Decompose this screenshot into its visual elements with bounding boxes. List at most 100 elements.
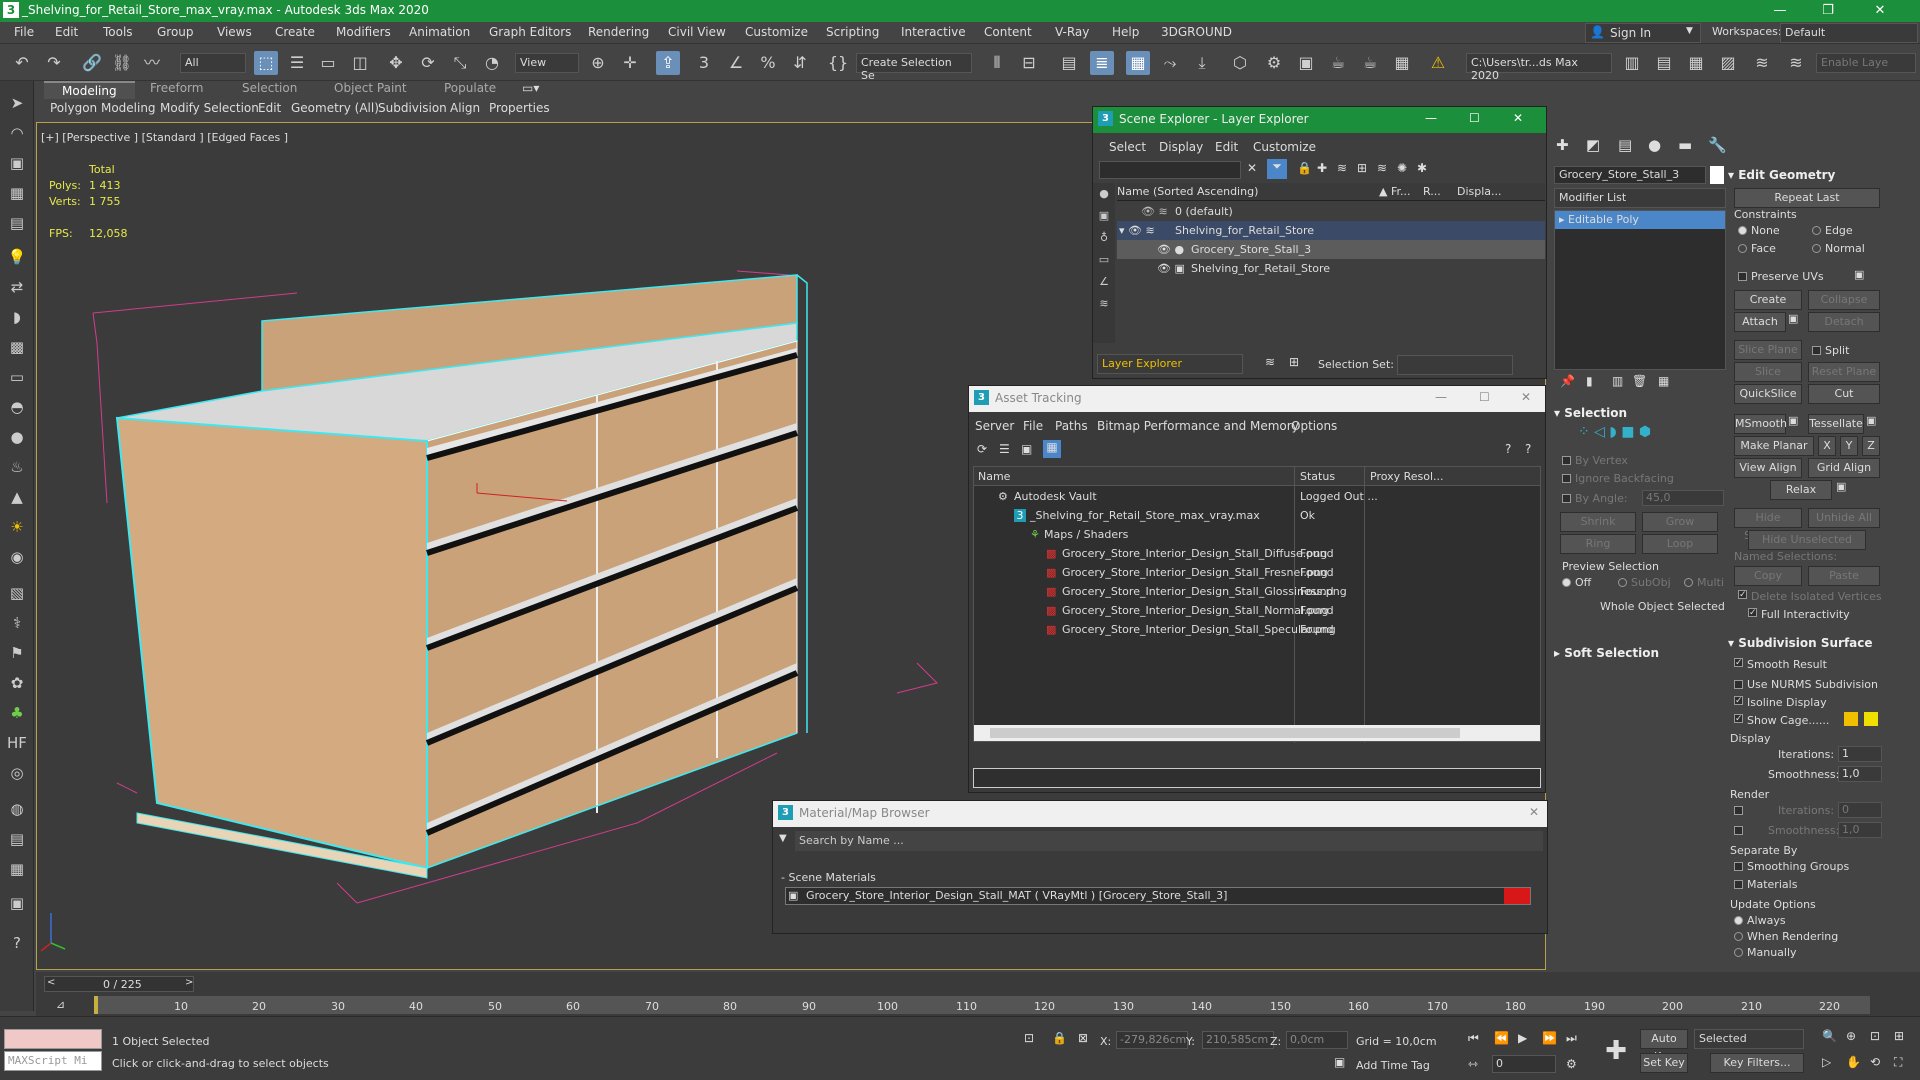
msmooth-settings-icon[interactable]: ▣	[1788, 414, 1798, 427]
material-editor-icon[interactable]: ⬡	[1228, 51, 1252, 75]
sphere-icon[interactable]: ●	[5, 425, 29, 449]
zoom-icon[interactable]: 🔍	[1822, 1029, 1837, 1043]
render-iterations-checkbox[interactable]	[1734, 804, 1747, 817]
collapse-button[interactable]: Collapse	[1808, 290, 1880, 310]
menu-edit[interactable]: Edit	[55, 25, 78, 39]
shrink-button[interactable]: Shrink	[1560, 512, 1636, 532]
modifier-list-dropdown[interactable]: Modifier List	[1554, 188, 1726, 208]
percent-snap-icon[interactable]: %	[756, 51, 780, 75]
add-time-tag[interactable]: Add Time Tag	[1356, 1059, 1430, 1072]
sphere-proxy-icon[interactable]: ◎	[5, 761, 29, 785]
stack-icon[interactable]: ≋	[1377, 161, 1387, 175]
menu-file[interactable]: File	[14, 25, 34, 39]
asset-path-field[interactable]	[973, 768, 1541, 788]
menu-rendering[interactable]: Rendering	[588, 25, 649, 39]
add-layer-icon[interactable]: ✚	[1317, 161, 1327, 175]
scene-states-icon[interactable]: ▤	[5, 827, 29, 851]
close-button[interactable]: ✕	[1860, 0, 1900, 22]
table-row[interactable]: ▩ Grocery_Store_Interior_Design_Stall_Gl…	[974, 582, 1540, 601]
tree-row[interactable]: 👁 ● Grocery_Store_Stall_3	[1117, 240, 1545, 259]
ribbon-tab-selection[interactable]: Selection	[242, 81, 297, 95]
project-folder-dropdown[interactable]: C:\Users\tr...ds Max 2020	[1466, 53, 1612, 82]
menu-tools[interactable]: Tools	[103, 25, 133, 39]
zoom-all-icon[interactable]: ⊕	[1846, 1029, 1856, 1043]
spinner-snap-icon[interactable]: ⇵	[788, 51, 812, 75]
by-vertex-checkbox[interactable]: By Vertex	[1562, 454, 1628, 467]
stack-icon[interactable]: ≋	[1750, 51, 1774, 75]
tessellate-settings-icon[interactable]: ▣	[1866, 414, 1876, 427]
y-coordinate-field[interactable]: 210,585cm	[1202, 1031, 1274, 1049]
preserve-uvs-checkbox[interactable]: Preserve UVs	[1738, 270, 1824, 283]
selection-lock-icon[interactable]: 🔒	[1052, 1031, 1067, 1045]
display-icons[interactable]: ● ▣ ♁ ▭ ∠ ≋	[1093, 183, 1115, 315]
reference-coordinate-dropdown[interactable]: View	[515, 53, 579, 73]
smooth-result-checkbox[interactable]: Smooth Result	[1734, 658, 1827, 671]
paste-button[interactable]: Paste	[1808, 566, 1880, 586]
lasso-icon[interactable]: ◠	[5, 121, 29, 145]
object-icon[interactable]: 👁 ▣	[1157, 259, 1185, 278]
hide-unselected-button[interactable]: Hide Unselected	[1748, 530, 1866, 550]
toggle-layer-explorer-icon[interactable]: ≣	[1090, 51, 1114, 75]
scale-icon[interactable]: ⤡	[448, 51, 472, 75]
at-menu-bitmap-performance[interactable]: Bitmap Performance and Memory	[1097, 419, 1299, 433]
at-menu-paths[interactable]: Paths	[1055, 419, 1088, 433]
hierarchy-icon[interactable]: ⊞	[1357, 161, 1367, 175]
image-icon[interactable]: ▣	[5, 151, 29, 175]
window-crossing-icon[interactable]: ◫	[348, 51, 372, 75]
absolute-mode-icon[interactable]: ⊠	[1078, 1031, 1088, 1045]
relax-settings-icon[interactable]: ▣	[1836, 480, 1846, 493]
angle-snap-icon[interactable]: ∠	[724, 51, 748, 75]
update-always-radio[interactable]: Always	[1734, 914, 1786, 927]
layers-toggle-icon[interactable]: ≋	[1265, 355, 1275, 369]
attach-button[interactable]: Attach	[1734, 312, 1786, 332]
iterations-spinner[interactable]: 1	[1838, 746, 1882, 762]
redo-icon[interactable]: ↷	[42, 51, 66, 75]
snaps-toggle-icon[interactable]: 3	[692, 51, 716, 75]
curve-editor-icon[interactable]: ⤳	[1158, 51, 1182, 75]
placement-icon[interactable]: ◔	[480, 51, 504, 75]
filter-icon[interactable]: ⏷	[1267, 159, 1287, 179]
pan-icon[interactable]: ✋	[1846, 1055, 1861, 1069]
schematic-view-icon[interactable]: ⤓	[1190, 51, 1214, 75]
show-cage-checkbox[interactable]: Show Cage......	[1734, 714, 1829, 727]
light-bulb-icon[interactable]: 💡	[5, 245, 29, 269]
menu-modifiers[interactable]: Modifiers	[336, 25, 391, 39]
constraint-edge-radio[interactable]: Edge	[1812, 224, 1853, 237]
msmooth-button[interactable]: MSmooth	[1734, 414, 1787, 434]
maxscript-mini-listener[interactable]: MAXScript Mi	[4, 1051, 102, 1071]
sound-icon[interactable]: ◗	[5, 305, 29, 329]
menu-create[interactable]: Create	[275, 25, 315, 39]
render-iterations-spinner[interactable]: 0	[1838, 802, 1882, 818]
hierarchy-toggle-icon[interactable]: ⊞	[1289, 355, 1299, 369]
box-icon[interactable]: ▭	[5, 365, 29, 389]
subobject-icons[interactable]: ⁘ ◁ ◗ ■ ⬢	[1578, 424, 1651, 440]
se-search-input[interactable]	[1099, 161, 1241, 179]
cone-icon[interactable]: ▲	[5, 485, 29, 509]
render-setup-icon[interactable]: ⚙	[1262, 51, 1286, 75]
hide-selected-button[interactable]: Hide Selected	[1734, 508, 1802, 542]
foliage-icon[interactable]: ♣	[5, 701, 29, 725]
utilities-tab-icon[interactable]: 🔧	[1708, 136, 1727, 154]
material-search-input[interactable]: Search by Name ...	[795, 831, 1543, 851]
close-button[interactable]: ✕	[1513, 111, 1523, 125]
ribbon-tab-modeling[interactable]: Modeling	[44, 81, 135, 99]
update-manually-radio[interactable]: Manually	[1734, 946, 1797, 959]
menu-views[interactable]: Views	[217, 25, 252, 39]
se-menu-edit[interactable]: Edit	[1215, 140, 1238, 154]
prev-frame-icon[interactable]: <	[47, 977, 55, 988]
col-render[interactable]: R...	[1423, 183, 1441, 201]
scene-explorer-titlebar[interactable]: 3 Scene Explorer - Layer Explorer — ☐ ✕	[1093, 107, 1546, 133]
stack-alt-icon[interactable]: ≋	[1784, 51, 1808, 75]
settings-icon[interactable]: ✱	[1417, 161, 1427, 175]
sun-icon[interactable]: ☀	[5, 515, 29, 539]
unhide-all-button[interactable]: Unhide All	[1808, 508, 1880, 528]
current-frame-spinner[interactable]: 0	[1492, 1055, 1556, 1073]
render-sphere-icon[interactable]: ◍	[5, 797, 29, 821]
ribbon-align[interactable]: Align	[450, 101, 480, 115]
slice-button[interactable]: Slice	[1734, 362, 1802, 382]
warning-icon[interactable]: ⚠	[1426, 51, 1450, 75]
by-angle-checkbox[interactable]: By Angle:	[1562, 492, 1628, 505]
list-icon[interactable]: ☰	[999, 442, 1010, 456]
table-row[interactable]: ▩ Grocery_Store_Interior_Design_Stall_Fr…	[974, 563, 1540, 582]
material-item[interactable]: ▣ Grocery_Store_Interior_Design_Stall_MA…	[785, 887, 1531, 905]
